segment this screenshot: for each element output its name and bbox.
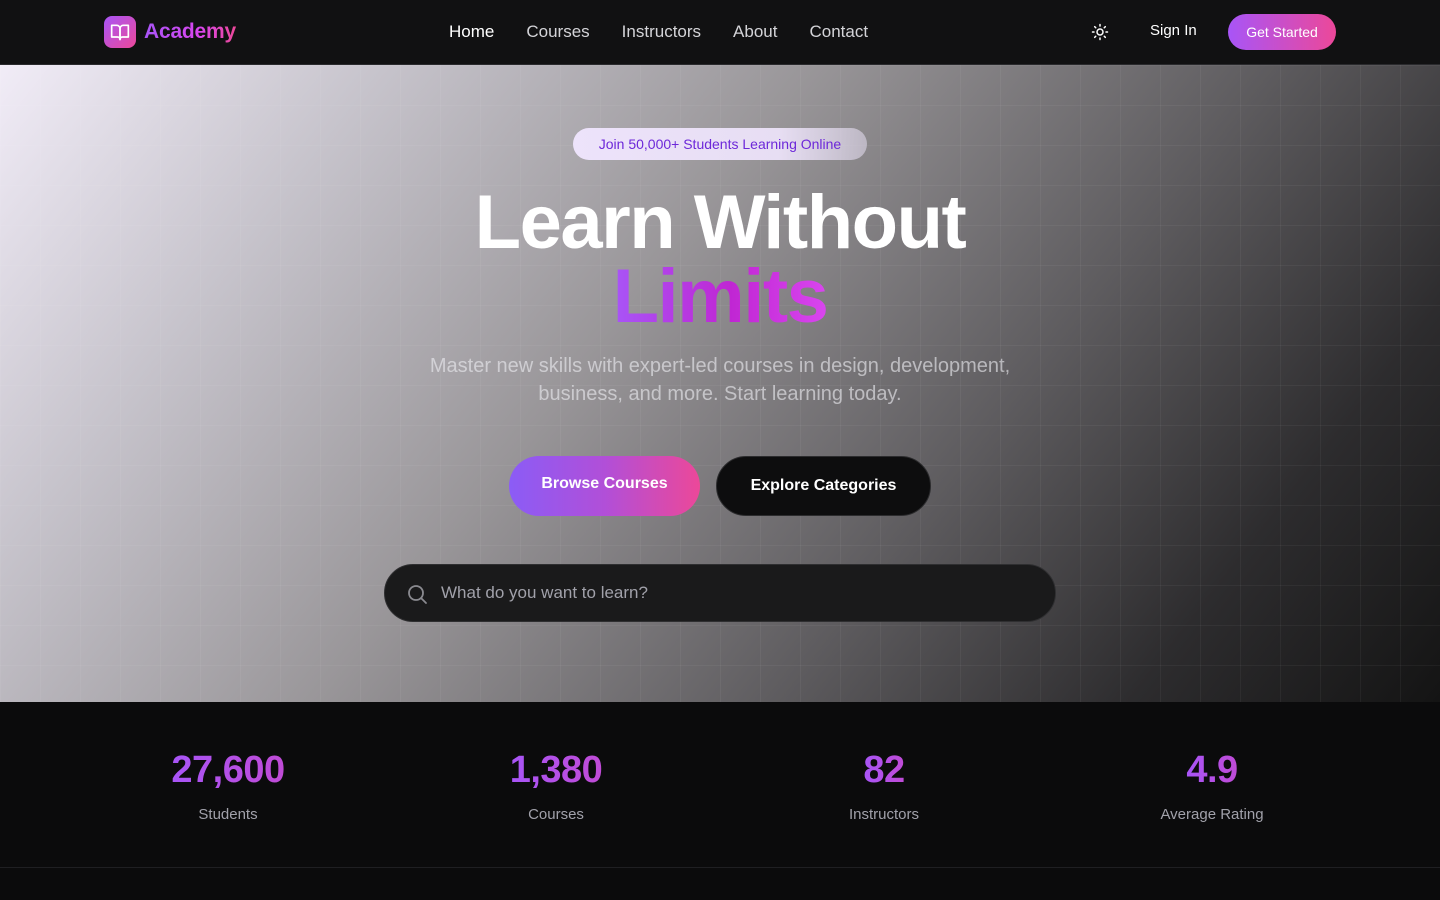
stat-label: Instructors [848,806,920,823]
hero-subtitle: Master new skills with expert-led course… [429,355,1011,405]
nav-link-courses[interactable]: Courses [526,22,589,42]
stat-value: 4.9 [1186,749,1238,791]
navbar: Academy Home Courses Instructors About C… [0,0,1440,65]
stat-label: Students [198,806,258,823]
stat-label: Courses [528,806,584,823]
stat-value: 82 [863,749,905,791]
explore-categories-button[interactable]: Explore Categories [716,456,931,516]
nav-link-home[interactable]: Home [449,22,494,42]
brand-home-link[interactable]: Academy [104,16,236,48]
stat-value: 1,380 [509,749,603,791]
stat-label: Average Rating [1160,806,1264,823]
stat-instructors: 82 Instructors [720,748,1048,823]
hero-title-highlight: Limits [612,254,829,339]
stat-value: 27,600 [171,749,285,791]
theme-toggle-button[interactable] [1084,16,1116,48]
stat-courses: 1,380 Courses [392,748,720,823]
nav-link-contact[interactable]: Contact [809,22,868,42]
nav-link-about[interactable]: About [733,22,777,42]
brand-name: Academy [144,20,236,43]
hero-section: Join 50,000+ Students Learning Online Le… [0,65,1440,702]
hero-title-line-1: Learn Without [474,180,967,265]
stat-average-rating: 4.9 Average Rating [1048,748,1376,823]
sign-in-link[interactable]: Sign In [1150,22,1197,39]
main-nav: Home Courses Instructors About Contact [449,20,868,44]
browse-courses-button[interactable]: Browse Courses [509,456,700,516]
stats-section: 27,600 Students 1,380 Courses 82 Instruc… [0,702,1440,868]
nav-link-instructors[interactable]: Instructors [622,22,701,42]
sun-icon [1091,23,1109,41]
search-input[interactable] [441,565,1031,621]
search-icon [408,585,427,604]
course-search-bar [384,564,1056,622]
students-badge: Join 50,000+ Students Learning Online [573,128,867,160]
get-started-button[interactable]: Get Started [1228,14,1336,50]
book-open-icon [104,16,136,48]
hero-title-line-2: Limits [0,257,1440,337]
stat-students: 27,600 Students [64,748,392,823]
